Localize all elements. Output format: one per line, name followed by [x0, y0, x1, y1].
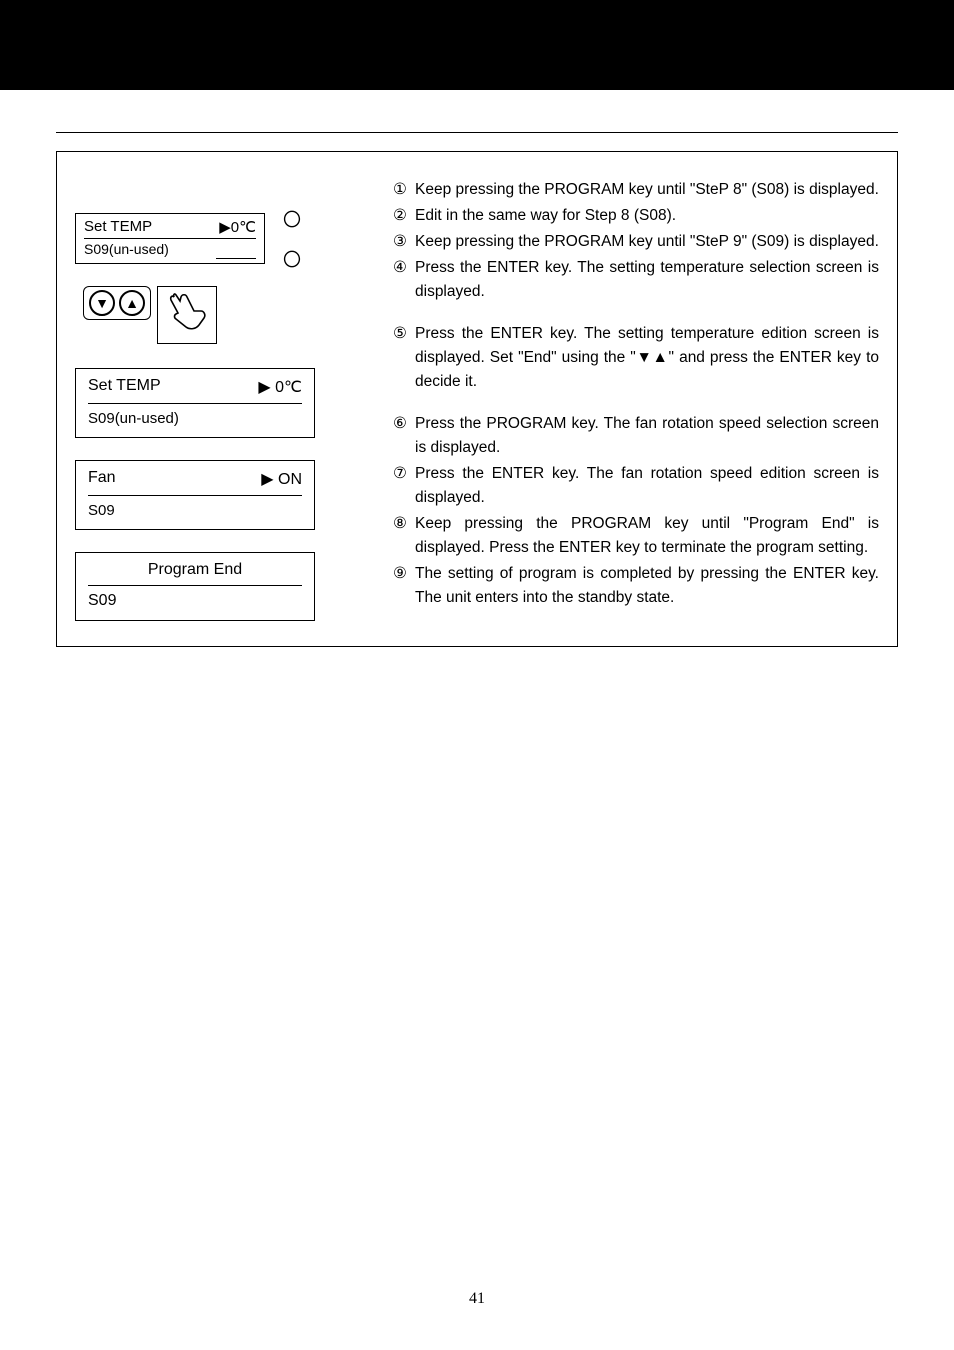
step-text: Keep pressing the PROGRAM key until "Pro… [415, 512, 879, 560]
step-text: The setting of program is completed by p… [415, 562, 879, 610]
lcd-label: Set TEMP [88, 377, 161, 397]
step-text: Press the ENTER key. The fan rotation sp… [415, 462, 879, 510]
step-text: Press the PROGRAM key. The fan rotation … [415, 412, 879, 460]
lcd-label: Program End [88, 561, 302, 586]
lcd-value: ▶0℃ [219, 218, 256, 236]
lcd-sub: S09 [88, 502, 302, 519]
arrow-keys-frame: ▼ ▲ [83, 286, 151, 320]
lcd-set-temp: Set TEMP ▶ 0℃ S09(un-used) [75, 368, 315, 438]
section-divider [56, 132, 898, 133]
step-number: ⑦ [393, 462, 415, 510]
up-arrow-button[interactable]: ▲ [119, 290, 145, 316]
step-text: Edit in the same way for Step 8 (S08). [415, 204, 879, 228]
lcd-sub: S09(un-used) [88, 410, 302, 427]
step-number: ② [393, 204, 415, 228]
step-number: ① [393, 178, 415, 202]
lcd-set-temp-small: Set TEMP ▶0℃ S09(un-used) [75, 213, 265, 264]
lcd-fan: Fan ▶ ON S09 [75, 460, 315, 530]
step-text: Keep pressing the PROGRAM key until "Ste… [415, 230, 879, 254]
lcd-sub: S09(un-used) [84, 241, 169, 259]
header-black-band [0, 0, 954, 90]
lcd-value: ▶ 0℃ [258, 377, 302, 397]
down-arrow-icon: ▼ [95, 295, 109, 311]
steps-column: ①Keep pressing the PROGRAM key until "St… [393, 178, 879, 628]
illustration-column: Set TEMP ▶0℃ S09(un-used) 〇 〇 ▼ ▲ [75, 178, 375, 628]
up-arrow-icon: ▲ [125, 295, 139, 311]
lcd-label: Fan [88, 469, 116, 489]
down-arrow-button[interactable]: ▼ [89, 290, 115, 316]
led-indicator-icon: 〇 [283, 206, 301, 232]
led-indicator-icon: 〇 [283, 246, 301, 272]
step-number: ③ [393, 230, 415, 254]
instruction-panel: Set TEMP ▶0℃ S09(un-used) 〇 〇 ▼ ▲ [56, 151, 898, 647]
step-number: ⑧ [393, 512, 415, 560]
lcd-empty-field [216, 241, 256, 259]
step-text: Press the ENTER key. The setting tempera… [415, 322, 879, 394]
step-text: Press the ENTER key. The setting tempera… [415, 256, 879, 304]
hand-press-frame [157, 286, 217, 344]
step-number: ⑤ [393, 322, 415, 394]
lcd-label: Set TEMP [84, 218, 152, 236]
step-text: Keep pressing the PROGRAM key until "Ste… [415, 178, 879, 202]
step-number: ⑨ [393, 562, 415, 610]
hand-pointer-icon [164, 291, 210, 339]
page-number: 41 [0, 1290, 954, 1308]
lcd-value: ▶ ON [261, 469, 302, 489]
step-number: ④ [393, 256, 415, 304]
step-number: ⑥ [393, 412, 415, 460]
lcd-sub: S09 [88, 592, 302, 610]
lcd-program-end: Program End S09 [75, 552, 315, 621]
